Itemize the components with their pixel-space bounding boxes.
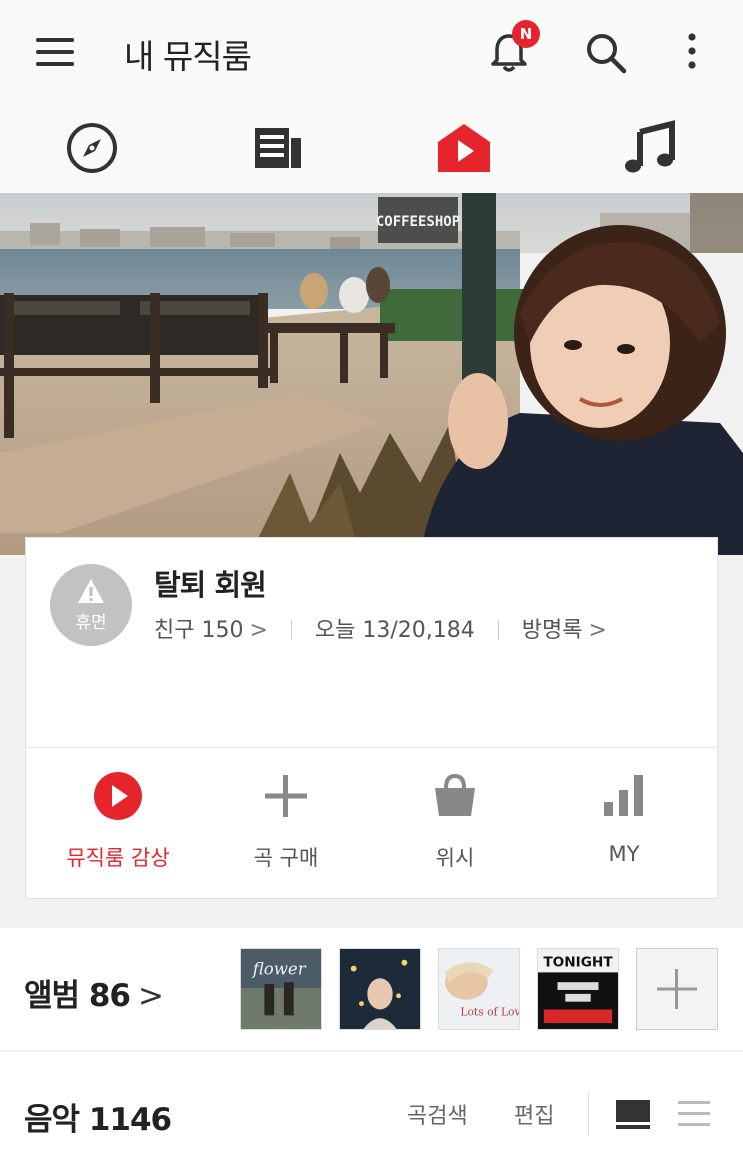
bar-chart-icon [604, 775, 643, 816]
divider [26, 747, 717, 748]
menu-icon[interactable] [36, 38, 74, 66]
search-icon[interactable] [584, 31, 628, 75]
buy-song-button[interactable]: 곡 구매 [200, 770, 372, 890]
album-cover[interactable]: Lots of Love [438, 948, 520, 1030]
action-label: 뮤직룸 감상 [66, 846, 170, 870]
album-cover-text: flower [251, 959, 307, 978]
musicroom-home-icon[interactable] [436, 120, 492, 176]
divider [588, 1092, 589, 1136]
play-circle-icon [94, 772, 142, 820]
dormant-status-label: 휴면 [75, 613, 107, 633]
search-song-button[interactable]: 곡검색 [407, 1098, 468, 1130]
music-note-icon[interactable] [622, 120, 678, 176]
friends-count: 친구 150 [154, 618, 244, 643]
guestbook-label: 방명록 [521, 618, 583, 643]
card-view-icon[interactable] [614, 1098, 652, 1130]
album-count-link[interactable]: 앨범 86 > [24, 970, 164, 1015]
more-options-icon[interactable] [682, 32, 702, 72]
album-section: 앨범 86> flower Lots of Love TONIGHT [0, 928, 743, 1050]
action-label: MY [608, 842, 640, 866]
chevron-right-icon: > [249, 618, 268, 643]
album-cover[interactable] [339, 948, 421, 1030]
plus-icon [657, 969, 697, 1009]
shopping-bag-icon [435, 773, 475, 816]
music-section: 음악 1146 곡검색 편집 [0, 1052, 743, 1150]
today-visitors: 오늘 13/20,184 [314, 618, 475, 643]
album-cover-text: TONIGHT [543, 955, 613, 971]
cover-sign-text: COFFEESHOP [376, 214, 460, 230]
avatar[interactable]: 휴면 [50, 564, 132, 646]
explore-icon[interactable] [64, 120, 120, 176]
friends-link[interactable]: 친구 150 > [154, 618, 268, 643]
news-icon[interactable] [250, 120, 306, 176]
tab-bar [0, 100, 743, 193]
musicroom-listen-button[interactable]: 뮤직룸 감상 [32, 770, 204, 890]
album-count: 앨범 86 [24, 978, 131, 1014]
my-button[interactable]: MY [538, 770, 710, 890]
notification-badge: N [512, 20, 540, 48]
music-count: 음악 1146 [24, 1102, 172, 1138]
guestbook-link[interactable]: 방명록 > [522, 618, 607, 643]
chevron-right-icon: > [137, 978, 164, 1014]
action-label: 위시 [435, 846, 475, 870]
chevron-right-icon: > [588, 618, 607, 643]
album-cover[interactable]: flower [240, 948, 322, 1030]
top-bar: 내 뮤직룸 N [0, 0, 743, 100]
list-view-icon[interactable] [676, 1098, 712, 1130]
edit-button[interactable]: 편집 [514, 1098, 554, 1130]
member-name: 탈퇴 회원 [154, 568, 267, 602]
page-title: 내 뮤직룸 [124, 37, 252, 76]
divider [290, 620, 292, 640]
cover-photo: COFFEESHOP [0, 193, 743, 555]
album-cover-text: Lots of Love [460, 1005, 520, 1018]
warning-icon [78, 579, 104, 603]
divider [497, 620, 499, 640]
profile-card: 휴면 탈퇴 회원 친구 150 > 오늘 13/20,184 방명록 > 뮤직룸 감… [25, 537, 718, 899]
album-cover[interactable]: TONIGHT [537, 948, 619, 1030]
action-label: 곡 구매 [253, 846, 319, 870]
add-album-button[interactable] [636, 948, 718, 1030]
plus-icon [265, 775, 307, 817]
wish-button[interactable]: 위시 [369, 770, 541, 890]
profile-stats: 친구 150 > 오늘 13/20,184 방명록 > [154, 612, 607, 644]
